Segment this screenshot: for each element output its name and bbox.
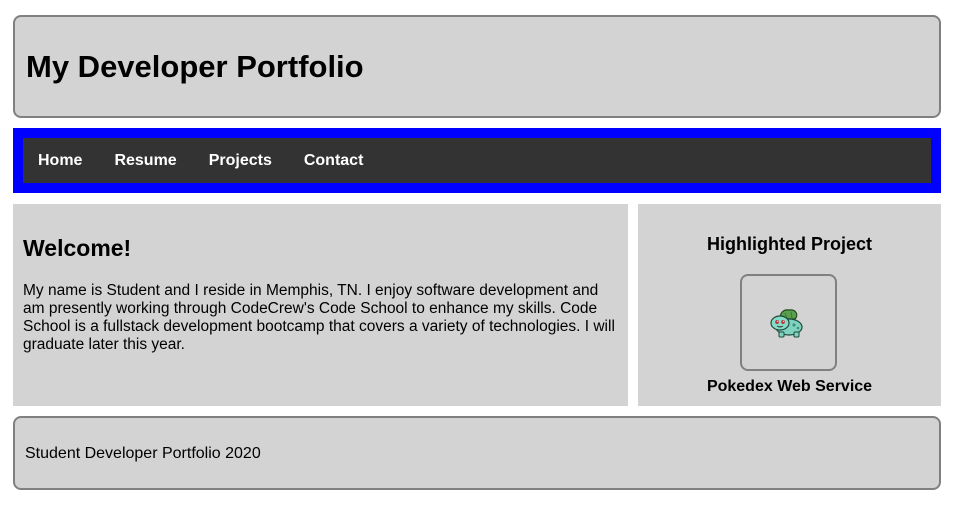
nav-item-resume[interactable]: Resume (114, 152, 176, 170)
footer-text: Student Developer Portfolio 2020 (25, 445, 261, 462)
welcome-heading: Welcome! (23, 235, 132, 261)
page: My Developer Portfolio Home Resume Proje… (0, 0, 953, 512)
nav-bar: Home Resume Projects Contact (13, 128, 941, 193)
site-title: My Developer Portfolio (26, 49, 364, 84)
nav-item-projects[interactable]: Projects (209, 152, 272, 170)
nav-item-contact[interactable]: Contact (304, 152, 364, 170)
welcome-text: My name is Student and I reside in Memph… (23, 282, 615, 353)
nav-menu: Home Resume Projects Contact (23, 138, 931, 183)
site-footer: Student Developer Portfolio 2020 (13, 416, 941, 490)
project-name-label[interactable]: Pokedex Web Service (638, 377, 941, 397)
highlighted-project-heading: Highlighted Project (706, 234, 872, 254)
highlighted-project-section: Highlighted Project Pokedex Web Service (638, 204, 941, 406)
bulbasaur-sprite-icon (769, 308, 803, 337)
site-header: My Developer Portfolio (13, 15, 941, 118)
nav-item-home[interactable]: Home (38, 152, 82, 170)
welcome-section: Welcome! My name is Student and I reside… (13, 204, 628, 406)
project-image-link[interactable] (740, 274, 837, 371)
